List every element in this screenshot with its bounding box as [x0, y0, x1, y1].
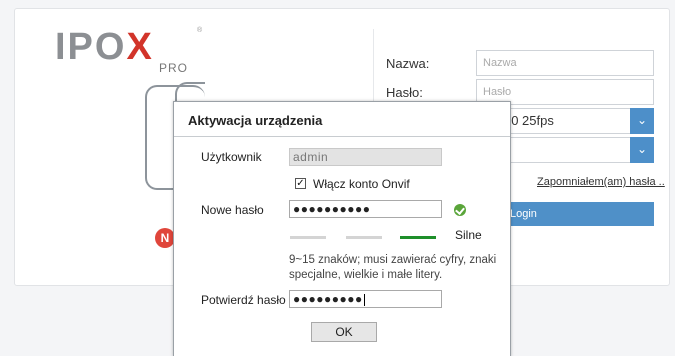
password-label: Hasło:: [386, 85, 423, 100]
confirm-password-label: Potwierdź hasło: [201, 293, 286, 307]
confirm-password-value: ●●●●●●●●●: [293, 292, 363, 306]
user-label: Użytkownik: [201, 150, 262, 164]
onvif-checkbox-label[interactable]: Włącz konto Onvif: [313, 177, 410, 191]
new-password-input[interactable]: ●●●●●●●●●●: [289, 200, 442, 218]
illustration-arc: [175, 82, 205, 102]
logo-x-text: X: [126, 26, 154, 68]
chevron-down-icon[interactable]: ⌄: [630, 108, 654, 134]
logo-pro-text: PRO: [159, 61, 189, 75]
activation-dialog: Aktywacja urządzenia Użytkownik admin ✓ …: [173, 101, 511, 356]
onvif-checkbox[interactable]: ✓: [295, 178, 306, 189]
confirm-password-input[interactable]: ●●●●●●●●●: [289, 290, 442, 308]
brand-logo: IPOX ® PRO: [55, 27, 205, 77]
logo-wordmark: IPOX: [55, 27, 154, 67]
strength-label: Silne: [455, 228, 482, 242]
text-caret: [363, 293, 365, 306]
logo-registered-mark: ®: [197, 27, 203, 34]
ok-button[interactable]: OK: [311, 322, 377, 342]
strength-bar-medium: [346, 236, 382, 239]
dialog-separator: [174, 136, 510, 137]
user-field: admin: [289, 148, 442, 166]
new-password-label: Nowe hasło: [201, 203, 264, 217]
chevron-down-icon[interactable]: ⌄: [630, 137, 654, 163]
username-label: Nazwa:: [386, 56, 430, 71]
strength-bar-strong: [400, 236, 436, 239]
password-hint: 9~15 znaków; musi zawierać cyfry, znaki …: [289, 254, 497, 281]
forgot-password-link[interactable]: Zapomniałem(am) hasła ..: [537, 176, 665, 188]
logo-main-text: IPO: [55, 26, 127, 68]
page: IPOX ® PRO N Nazwa: Nazwa Hasło: Hasło x…: [0, 0, 675, 356]
strength-bar-weak: [290, 236, 326, 239]
dialog-title: Aktywacja urządzenia: [188, 113, 323, 128]
username-input[interactable]: Nazwa: [476, 50, 654, 76]
language-badge[interactable]: N: [155, 228, 175, 248]
check-circle-icon: [454, 204, 466, 216]
